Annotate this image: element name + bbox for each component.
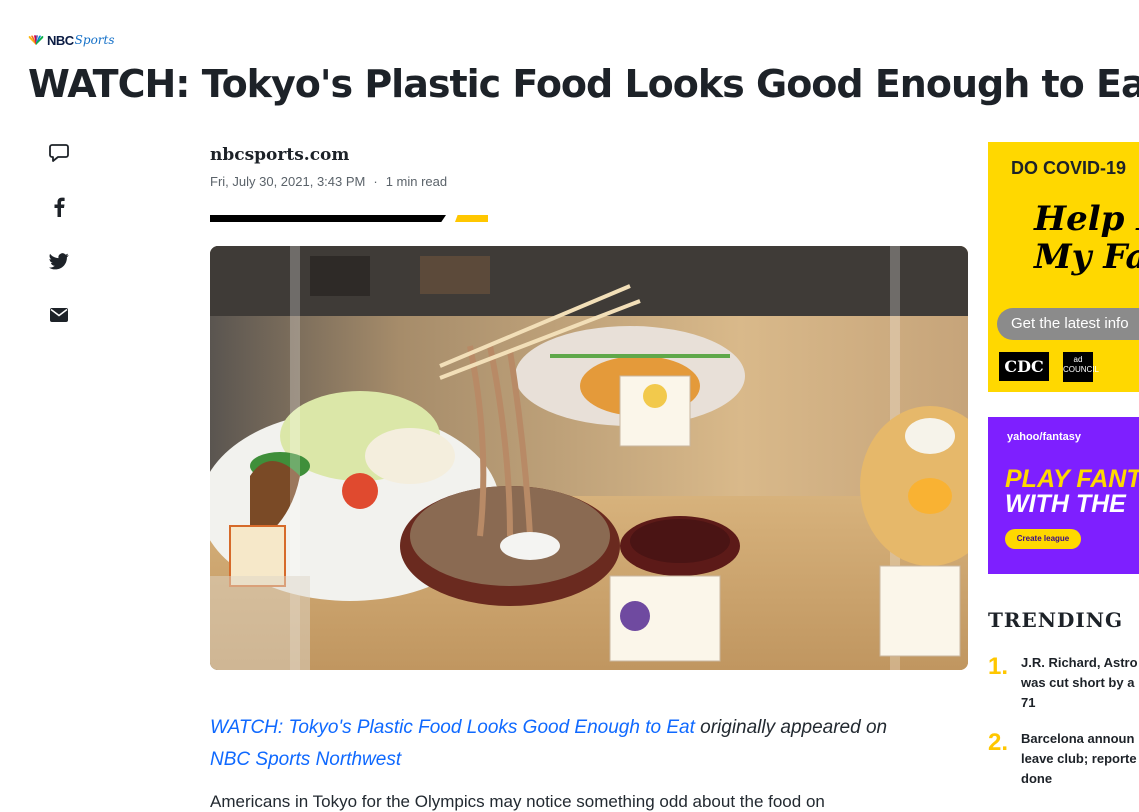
meta-separator: · [373,174,378,189]
article-title: WATCH: Tokyo's Plastic Food Looks Good E… [28,62,1139,106]
ad1-cta-button[interactable]: Get the latest info [997,308,1139,340]
ad2-line2: WITH THE [1005,490,1126,518]
article-divider-accent [455,215,488,222]
share-bar [48,142,70,358]
original-source-caption: WATCH: Tokyo's Plastic Food Looks Good E… [210,712,910,776]
cdc-logo: CDC [999,352,1049,381]
trending-item[interactable]: 1. J.R. Richard, Astro was cut short by … [988,653,1139,713]
ad1-headline: DO COVID-19 [1011,158,1127,178]
yahoo-fantasy-ad[interactable]: yahoo/fantasy PLAY FANT WITH THE Create l… [988,417,1139,574]
peacock-icon [28,35,44,45]
read-time: 1 min read [385,174,448,189]
article-meta: Fri, July 30, 2021, 3:43 PM · 1 min read [210,174,447,189]
article-source[interactable]: nbcsports.com [210,145,349,165]
twitter-icon[interactable] [48,250,70,272]
trending-heading: TRENDING [988,608,1124,632]
trending-number: 2. [988,729,1009,756]
nbc-sports-logo[interactable]: NBC Sports [28,30,138,50]
caption-article-link[interactable]: WATCH: Tokyo's Plastic Food Looks Good E… [210,717,695,738]
ad2-headline: PLAY FANT WITH THE [1005,467,1139,517]
ad-council-logo: ad COUNCIL [1063,352,1099,382]
logo-sports-text: Sports [74,33,115,47]
article-divider [210,215,446,222]
ad2-line1: PLAY FANT [1005,465,1139,493]
create-league-button[interactable]: Create league [1005,529,1081,549]
trending-headline[interactable]: J.R. Richard, Astro was cut short by a 7… [1021,653,1138,713]
trending-number: 1. [988,653,1009,680]
caption-connector: originally appeared on [694,717,888,738]
email-icon[interactable] [48,304,70,326]
trending-item[interactable]: 2. Barcelona announ leave club; reporte … [988,729,1139,789]
ad1-script-text: Help P My Fa [1034,199,1139,277]
trending-headline[interactable]: Barcelona announ leave club; reporte don… [1021,729,1137,789]
hero-image [210,246,968,670]
article-body-first-line: Americans in Tokyo for the Olympics may … [210,792,825,811]
caption-source-link[interactable]: NBC Sports Northwest [210,749,401,770]
comment-icon[interactable] [48,142,70,164]
article-date: Fri, July 30, 2021, 3:43 PM [210,174,366,189]
facebook-icon[interactable] [48,196,70,218]
covid-ad[interactable]: DO COVID-19 Help P My Fa Get the latest … [988,142,1139,392]
yahoo-fantasy-brand: yahoo/fantasy [1007,431,1081,443]
plastic-food-photo [210,246,968,670]
logo-nbc-text: NBC [47,32,74,48]
